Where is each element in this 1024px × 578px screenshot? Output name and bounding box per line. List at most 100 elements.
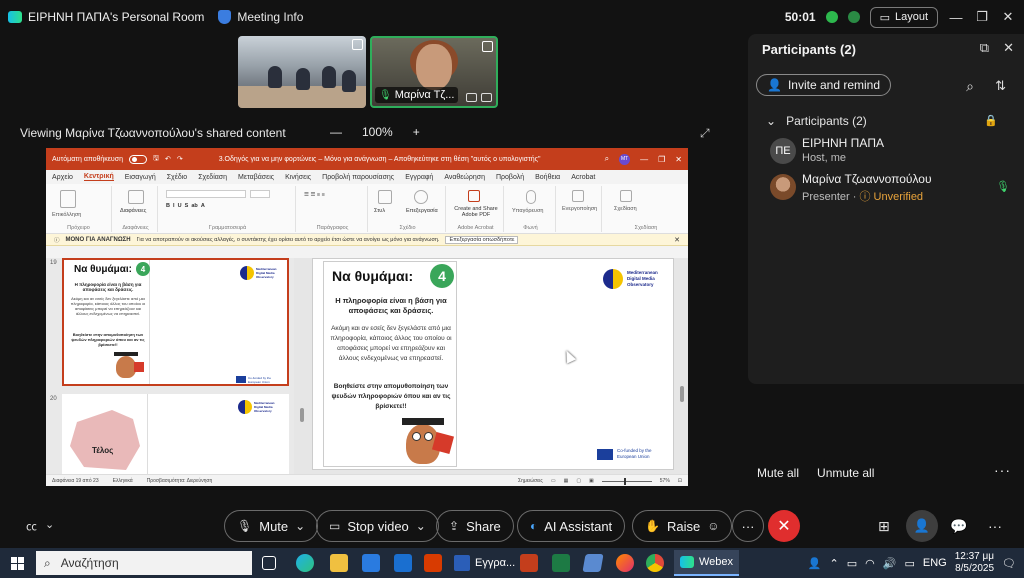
normal-view-icon[interactable]: ▭: [551, 478, 556, 484]
options-icon[interactable]: [466, 93, 477, 102]
captions-icon[interactable]: ㏄: [26, 518, 37, 534]
popout-panel-icon[interactable]: ⧉: [980, 40, 989, 56]
menu-transitions[interactable]: Μεταβάσεις: [238, 174, 274, 181]
close-banner-icon[interactable]: ✕: [674, 236, 680, 244]
shapes-icon[interactable]: [378, 190, 392, 204]
close-panel-icon[interactable]: ✕: [1003, 40, 1014, 56]
popout-icon[interactable]: [352, 39, 363, 50]
fit-slide-icon[interactable]: ⊡: [678, 478, 682, 484]
status-accessibility[interactable]: Προσβασιμότητα: Διερεύνηση: [147, 478, 213, 484]
menu-home[interactable]: Κεντρική: [83, 173, 114, 181]
user-icon[interactable]: 👤: [808, 557, 822, 570]
notes-icon[interactable]: [582, 554, 604, 572]
taskbar-search[interactable]: ⌕ Αναζήτηση: [36, 551, 252, 575]
chevron-down-icon[interactable]: ⌄: [45, 518, 54, 534]
sort-icon[interactable]: ⇅: [995, 78, 1006, 94]
menu-file[interactable]: Αρχείο: [52, 174, 73, 181]
excel-icon[interactable]: [552, 554, 570, 572]
camera-tray-icon[interactable]: ▭: [847, 557, 857, 570]
menu-animations[interactable]: Κινήσεις: [285, 174, 311, 181]
addins-icon[interactable]: [572, 190, 584, 202]
taskbar-webex-app[interactable]: Webex: [674, 550, 740, 576]
restore-button[interactable]: ❐: [974, 9, 990, 25]
unmute-all-button[interactable]: Unmute all: [817, 466, 874, 480]
language-indicator[interactable]: ENG: [923, 557, 947, 569]
powerpoint-icon[interactable]: [520, 554, 538, 572]
new-slide-icon[interactable]: [128, 190, 144, 204]
clock[interactable]: 12:37 μμ 8/5/2025: [955, 551, 994, 575]
menu-view[interactable]: Προβολή: [496, 174, 524, 181]
meeting-info-button[interactable]: Meeting Info: [218, 10, 303, 24]
zoom-out-button[interactable]: —: [330, 125, 342, 139]
pdf-icon[interactable]: [468, 190, 480, 202]
paragraph-buttons[interactable]: ☰ ☰ ≡ ≡: [304, 192, 325, 198]
menu-help[interactable]: Βοήθεια: [535, 174, 560, 181]
more-panels-icon[interactable]: ···: [988, 518, 1002, 534]
ppt-close[interactable]: ✕: [675, 155, 682, 164]
raise-hand-button[interactable]: ✋ Raise ☺: [632, 510, 733, 542]
apps-icon[interactable]: ⊞: [878, 518, 890, 535]
volume-icon[interactable]: 🔊: [883, 557, 897, 570]
mute-all-button[interactable]: Mute all: [757, 466, 799, 480]
outlook-icon[interactable]: [394, 554, 412, 572]
end-call-button[interactable]: ✕: [768, 510, 800, 542]
presenter-video[interactable]: 🎙 Μαρίνα Τζ...: [370, 36, 498, 108]
slide-thumbnail-20[interactable]: Τέλος Mediterranean Digital Media Observ…: [62, 394, 289, 474]
menu-record[interactable]: Εγγραφή: [405, 174, 433, 181]
designer-icon[interactable]: [620, 190, 632, 202]
ppt-restore[interactable]: ❐: [658, 155, 665, 164]
participant-row[interactable]: Μαρίνα Τζωαννοπούλου Presenter · ⓘ Unver…: [770, 172, 1010, 203]
slide-thumbnail-19[interactable]: Να θυμάμαι: 4 Η πληροφορία είναι η βάση …: [62, 258, 289, 386]
editing-icon[interactable]: [414, 190, 428, 204]
participant-row[interactable]: ΠΕ ΕΙΡΗΝΗ ΠΑΠΑ Host, me: [770, 136, 1010, 166]
classroom-video[interactable]: [238, 36, 366, 108]
ai-assistant-button[interactable]: ◐ AI Assistant: [517, 510, 626, 542]
stop-video-button[interactable]: ▭ Stop video ⌄: [316, 510, 439, 542]
font-format-buttons[interactable]: B I U S ab A: [166, 203, 205, 209]
taskbar-word-app[interactable]: Εγγρα...: [448, 550, 521, 576]
font-name-field[interactable]: [166, 190, 246, 198]
edit-anyway-button[interactable]: Επεξεργασία οπωσδήποτε: [445, 235, 519, 244]
layout-button[interactable]: ▭ Layout: [869, 6, 938, 28]
autosave-toggle[interactable]: [128, 154, 147, 164]
menu-acrobat[interactable]: Acrobat: [571, 174, 595, 181]
invite-remind-button[interactable]: 👤 Invite and remind: [756, 74, 892, 96]
save-icon[interactable]: 🖫: [153, 154, 159, 165]
status-zoom[interactable]: 57%: [660, 478, 670, 484]
status-notes-button[interactable]: Σημειώσεις: [518, 478, 543, 484]
lock-icon[interactable]: 🔒: [984, 114, 998, 127]
notifications-icon[interactable]: 🗨: [1002, 557, 1016, 570]
close-window-button[interactable]: ✕: [1000, 9, 1016, 25]
menu-review[interactable]: Αναθεώρηση: [444, 174, 485, 181]
dictate-icon[interactable]: [526, 190, 536, 204]
share-button[interactable]: ⇪ Share: [436, 510, 514, 542]
search-icon[interactable]: ⌕: [966, 78, 974, 95]
font-size-field[interactable]: [250, 190, 270, 198]
sorter-view-icon[interactable]: ▦: [564, 478, 569, 484]
edge-icon[interactable]: [296, 554, 314, 572]
battery-icon[interactable]: ▭: [904, 557, 914, 570]
menu-design[interactable]: Σχεδίαση: [198, 174, 227, 181]
zoom-slider[interactable]: [601, 477, 652, 485]
mute-button[interactable]: 🎙 Mute ⌄: [224, 510, 319, 542]
undo-icon[interactable]: ↶: [165, 155, 171, 163]
ppt-minimize[interactable]: —: [640, 155, 648, 164]
task-view-icon[interactable]: [262, 556, 276, 570]
paste-icon[interactable]: [60, 190, 76, 208]
chat-icon[interactable]: 💬: [950, 518, 967, 535]
windows-start-icon[interactable]: [11, 557, 24, 570]
office-icon[interactable]: [424, 554, 442, 572]
slide-scrollbar[interactable]: [680, 386, 684, 402]
wifi-icon[interactable]: ◠: [865, 557, 875, 570]
redo-icon[interactable]: ↷: [177, 155, 183, 163]
ppt-search-icon[interactable]: ⌕: [605, 154, 609, 164]
popout-icon[interactable]: [482, 41, 493, 52]
expand-share-icon[interactable]: ⤢: [700, 126, 710, 141]
firefox-icon[interactable]: [616, 554, 634, 572]
zoom-in-button[interactable]: +: [413, 125, 420, 139]
minimize-button[interactable]: —: [948, 10, 964, 25]
reading-view-icon[interactable]: ▢: [576, 478, 581, 484]
more-controls-button[interactable]: ···: [732, 510, 764, 542]
ppt-user-avatar[interactable]: ΜΤ: [619, 153, 631, 165]
fullscreen-icon[interactable]: [481, 93, 492, 102]
